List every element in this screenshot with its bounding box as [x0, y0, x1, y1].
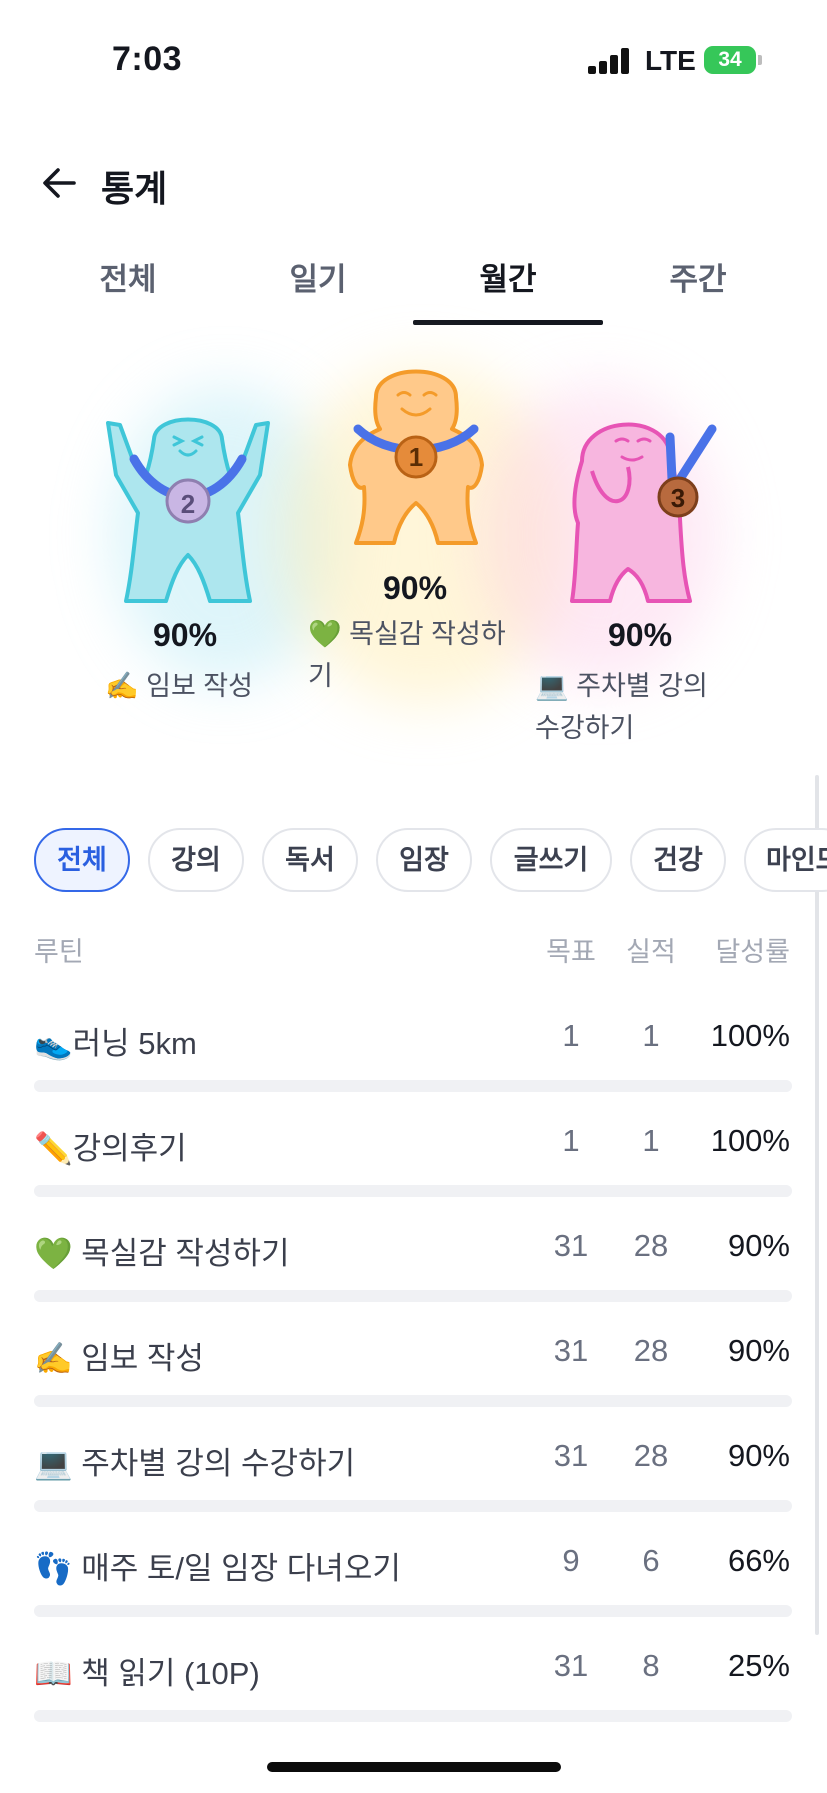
chip-all[interactable]: 전체: [34, 828, 130, 892]
tab-all[interactable]: 전체: [33, 250, 223, 326]
category-chips: 전체 강의 독서 임장 글쓰기 건강 마인드: [0, 825, 827, 895]
routine-progress-fill: [34, 1080, 792, 1092]
first-medal-number: 1: [408, 442, 424, 472]
tab-active-indicator: [413, 320, 603, 325]
battery-level: 34: [718, 48, 742, 71]
network-label: LTE: [645, 45, 696, 76]
back-arrow-icon[interactable]: [40, 163, 80, 203]
routine-progress-bar: [34, 1290, 792, 1302]
header-done: 실적: [626, 937, 676, 967]
routine-done: 28: [633, 1333, 669, 1368]
chip-field-visit[interactable]: 임장: [376, 828, 472, 892]
page-title: 통계: [101, 168, 168, 209]
chip-health[interactable]: 건강: [630, 828, 726, 892]
routine-name: 👣 매주 토/일 임장 다녀오기: [34, 1551, 401, 1586]
routine-goal: 1: [562, 1123, 580, 1158]
routine-rate: 100%: [710, 1018, 790, 1053]
first-label-line1: 💚 목실감 작성하: [308, 619, 506, 649]
routine-progress-bar: [34, 1605, 792, 1617]
routine-done: 1: [642, 1018, 660, 1053]
routine-name: 📖 책 읽기 (10P): [34, 1656, 260, 1691]
routine-rate: 90%: [727, 1228, 790, 1263]
routine-done: 28: [633, 1228, 669, 1263]
table-header: 루틴 목표 실적 달성률: [0, 930, 827, 970]
first-label-line2: 기: [308, 661, 333, 691]
routine-progress-fill: [34, 1185, 792, 1197]
tab-bar: 전체 일기 월간 주간: [0, 250, 827, 326]
second-medal-number: 2: [180, 489, 196, 519]
routine-done: 1: [642, 1123, 660, 1158]
routine-done: 6: [642, 1543, 660, 1578]
tab-monthly[interactable]: 월간: [413, 250, 603, 326]
routine-row[interactable]: 👣 매주 토/일 임장 다녀오기 9 6 66%: [0, 1533, 827, 1639]
routine-name: ✏️강의후기: [34, 1131, 187, 1166]
header-routine: 루틴: [34, 937, 84, 967]
tab-diary[interactable]: 일기: [223, 250, 413, 326]
header-goal: 목표: [546, 937, 596, 967]
routine-progress-bar: [34, 1710, 792, 1722]
chip-mind[interactable]: 마인드: [744, 828, 827, 892]
routine-goal: 31: [553, 1333, 589, 1368]
routine-done: 8: [642, 1648, 660, 1683]
ranking-podium: 2 90% ✍️ 임보 작성 90% 1 💚 목실감 작성하 기 3 90% 💻…: [0, 345, 827, 775]
routine-name: 👟러닝 5km: [34, 1026, 197, 1061]
battery-tip: [758, 55, 762, 65]
third-label-line1: 💻 주차별 강의: [535, 671, 708, 701]
routine-progress-bar: [34, 1395, 792, 1407]
routine-progress-bar: [34, 1185, 792, 1197]
third-percent: 90%: [607, 617, 673, 653]
tab-weekly[interactable]: 주간: [603, 250, 793, 326]
routine-goal: 31: [553, 1228, 589, 1263]
routine-goal: 9: [562, 1543, 580, 1578]
header: 통계: [0, 148, 827, 218]
routine-done: 28: [633, 1438, 669, 1473]
third-medal-number: 3: [670, 483, 686, 513]
status-bar: 7:03 LTE 34: [0, 0, 827, 120]
routine-row[interactable]: 👟러닝 5km 1 1 100%: [0, 1008, 827, 1114]
status-time: 7:03: [112, 40, 183, 78]
routine-goal: 31: [553, 1438, 589, 1473]
header-rate: 달성률: [715, 937, 790, 967]
routine-goal: 31: [553, 1648, 589, 1683]
routine-goal: 1: [562, 1018, 580, 1053]
routine-row[interactable]: 💻 주차별 강의 수강하기 31 28 90%: [0, 1428, 827, 1534]
routine-progress-fill: [34, 1290, 717, 1302]
battery-icon: 34: [704, 46, 756, 74]
routine-rate: 25%: [727, 1648, 790, 1683]
routine-row[interactable]: ✏️강의후기 1 1 100%: [0, 1113, 827, 1219]
routine-progress-fill: [34, 1605, 535, 1617]
routine-progress-bar: [34, 1500, 792, 1512]
third-place-character: [570, 422, 717, 603]
routine-row[interactable]: ✍️ 임보 작성 31 28 90%: [0, 1323, 827, 1429]
second-label: ✍️ 임보 작성: [105, 671, 253, 701]
routine-row[interactable]: 📖 책 읽기 (10P) 31 8 25%: [0, 1638, 827, 1744]
chip-writing[interactable]: 글쓰기: [490, 828, 612, 892]
routine-rate: 90%: [727, 1438, 790, 1473]
routine-name: 💚 목실감 작성하기: [34, 1236, 290, 1271]
chip-reading[interactable]: 독서: [262, 828, 358, 892]
routine-rate: 100%: [710, 1123, 790, 1158]
routine-name: 💻 주차별 강의 수강하기: [34, 1446, 356, 1481]
first-percent: 90%: [382, 570, 448, 606]
second-percent: 90%: [152, 617, 218, 653]
routine-rate: 90%: [727, 1333, 790, 1368]
routine-rate: 66%: [727, 1543, 790, 1578]
routine-row[interactable]: 💚 목실감 작성하기 31 28 90%: [0, 1218, 827, 1324]
routine-name: ✍️ 임보 작성: [34, 1341, 204, 1376]
chip-lecture[interactable]: 강의: [148, 828, 244, 892]
routine-progress-fill: [34, 1395, 717, 1407]
routine-progress-bar: [34, 1080, 792, 1092]
routine-progress-fill: [34, 1710, 224, 1722]
third-label-line2: 수강하기: [535, 713, 635, 743]
routine-progress-fill: [34, 1500, 717, 1512]
signal-icon: [588, 48, 632, 74]
home-indicator: [267, 1762, 561, 1772]
